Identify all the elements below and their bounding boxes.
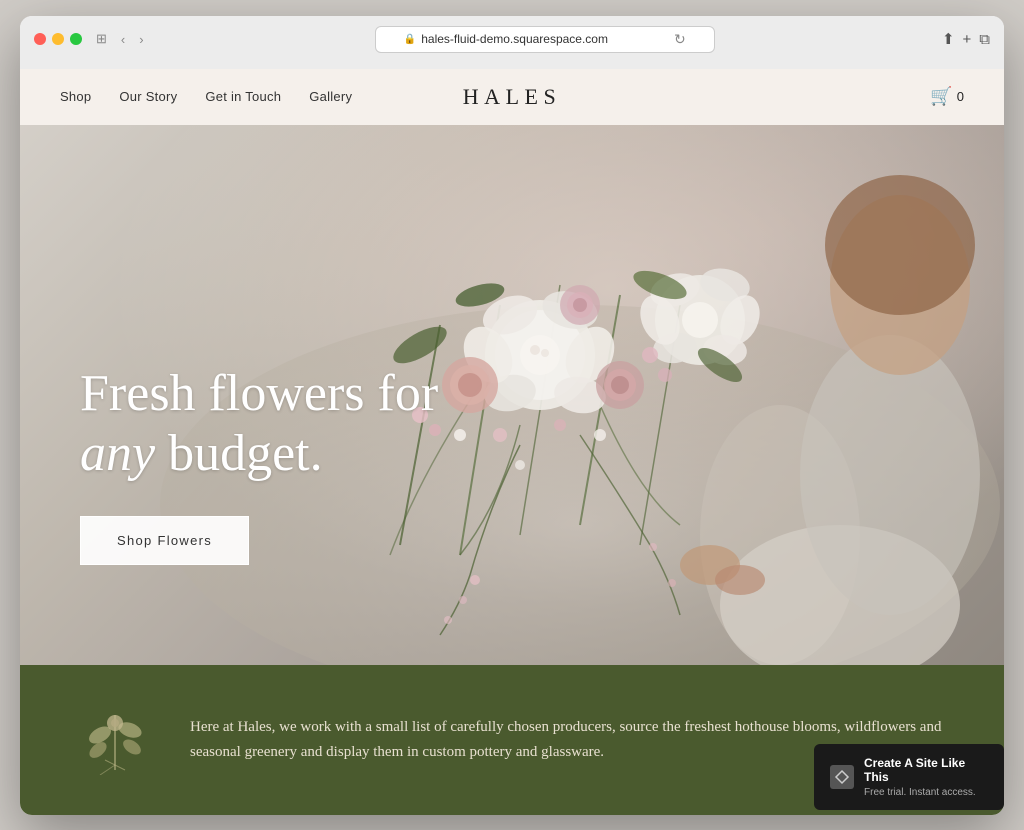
hero-title: Fresh flowers for any budget. bbox=[80, 364, 438, 484]
new-tab-icon[interactable]: + bbox=[963, 31, 972, 48]
site-logo: HALES bbox=[463, 84, 561, 110]
minimize-button[interactable] bbox=[52, 33, 64, 45]
sq-title: Create A Site Like This bbox=[864, 756, 988, 784]
address-bar-container: 🔒 hales-fluid-demo.squarespace.com ↻ bbox=[158, 26, 932, 53]
browser-tabs bbox=[34, 61, 990, 69]
windows-icon[interactable]: ⧉ bbox=[979, 31, 990, 48]
browser-actions: ⬆ + ⧉ bbox=[942, 30, 990, 48]
nav-our-story[interactable]: Our Story bbox=[119, 89, 177, 104]
traffic-lights bbox=[34, 33, 82, 45]
browser-controls: ⊞ ‹ › bbox=[92, 29, 148, 49]
sidebar-toggle-icon[interactable]: ⊞ bbox=[92, 29, 111, 49]
url-text: hales-fluid-demo.squarespace.com bbox=[421, 32, 608, 46]
squarespace-text: Create A Site Like This Free trial. Inst… bbox=[864, 756, 988, 798]
squarespace-logo bbox=[830, 765, 854, 789]
share-icon[interactable]: ⬆ bbox=[942, 30, 955, 48]
flower-illustration-icon bbox=[80, 705, 150, 775]
nav-get-in-touch[interactable]: Get in Touch bbox=[205, 89, 281, 104]
forward-icon[interactable]: › bbox=[135, 30, 147, 49]
nav-left: Shop Our Story Get in Touch Gallery bbox=[60, 89, 361, 104]
nav-shop[interactable]: Shop bbox=[60, 89, 91, 104]
close-button[interactable] bbox=[34, 33, 46, 45]
cart-icon[interactable]: 🛒 bbox=[930, 86, 952, 107]
nav-gallery[interactable]: Gallery bbox=[309, 89, 352, 104]
hero-title-rest: budget. bbox=[155, 425, 323, 482]
shop-flowers-button[interactable]: Shop Flowers bbox=[80, 516, 249, 565]
back-icon[interactable]: ‹ bbox=[117, 30, 129, 49]
cart-count: 0 bbox=[957, 89, 964, 104]
address-bar[interactable]: 🔒 hales-fluid-demo.squarespace.com ↻ bbox=[375, 26, 715, 53]
squarespace-banner[interactable]: Create A Site Like This Free trial. Inst… bbox=[814, 744, 1004, 810]
lock-icon: 🔒 bbox=[404, 34, 416, 45]
website: Shop Our Story Get in Touch Gallery HALE… bbox=[20, 69, 1004, 815]
nav-center: HALES bbox=[361, 84, 662, 110]
hero-content: Fresh flowers for any budget. Shop Flowe… bbox=[80, 364, 438, 565]
hero-title-italic: any bbox=[80, 425, 155, 482]
hero-background: Fresh flowers for any budget. Shop Flowe… bbox=[20, 125, 1004, 665]
reload-icon[interactable]: ↻ bbox=[674, 31, 686, 48]
browser-window: ⊞ ‹ › 🔒 hales-fluid-demo.squarespace.com… bbox=[20, 16, 1004, 815]
sq-subtitle: Free trial. Instant access. bbox=[864, 787, 976, 798]
nav: Shop Our Story Get in Touch Gallery HALE… bbox=[20, 69, 1004, 125]
browser-top-bar: ⊞ ‹ › 🔒 hales-fluid-demo.squarespace.com… bbox=[34, 26, 990, 53]
maximize-button[interactable] bbox=[70, 33, 82, 45]
browser-chrome: ⊞ ‹ › 🔒 hales-fluid-demo.squarespace.com… bbox=[20, 16, 1004, 69]
hero-section: Fresh flowers for any budget. Shop Flowe… bbox=[20, 125, 1004, 665]
nav-right: 🛒 0 bbox=[663, 86, 964, 107]
hero-title-line1: Fresh flowers for bbox=[80, 365, 438, 422]
